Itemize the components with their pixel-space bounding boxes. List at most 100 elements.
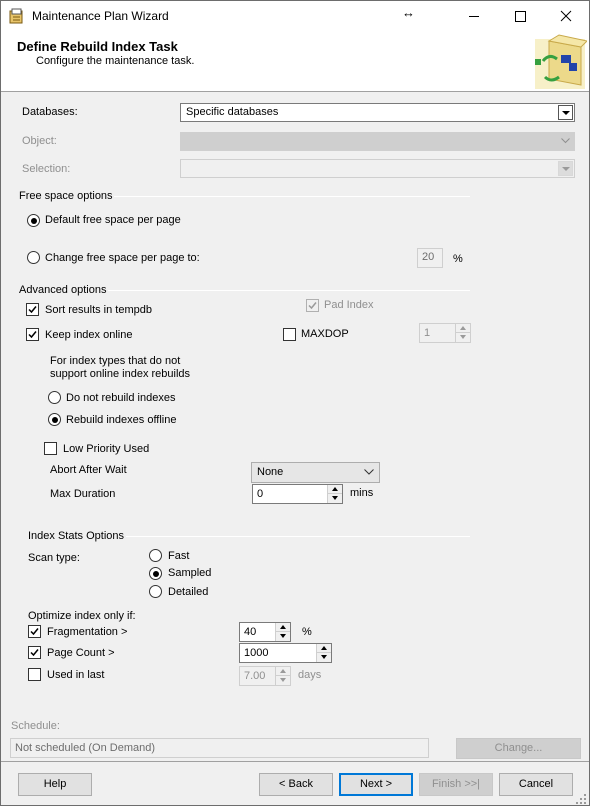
object-label: Object:	[22, 135, 57, 147]
default-free-space-radio[interactable]	[27, 214, 40, 227]
low-priority-checkbox[interactable]	[44, 442, 57, 455]
page-count-checkbox[interactable]	[28, 646, 41, 659]
object-dropdown[interactable]	[180, 132, 575, 151]
checkmark-icon	[28, 331, 37, 339]
change-schedule-button[interactable]: Change...	[456, 738, 581, 759]
keep-index-online-label: Keep index online	[45, 329, 133, 341]
databases-dropdown[interactable]: Specific databases	[180, 103, 575, 122]
next-button[interactable]: Next >	[339, 773, 413, 796]
do-not-rebuild-radio[interactable]	[48, 391, 61, 404]
abort-after-wait-label: Abort After Wait	[50, 464, 127, 476]
online-note-line2: support online index rebuilds	[50, 368, 191, 380]
spin-down-button[interactable]	[327, 494, 342, 503]
fragmentation-label: Fragmentation >	[47, 626, 128, 638]
index-stats-group-label: Index Stats Options	[28, 530, 124, 542]
spin-up-button[interactable]	[455, 324, 470, 333]
keep-index-online-checkbox[interactable]	[26, 328, 39, 341]
fragmentation-stepper[interactable]: 40	[239, 622, 291, 642]
chevron-down-icon	[364, 469, 374, 475]
chevron-down-icon	[558, 161, 573, 176]
minimize-button[interactable]	[451, 1, 497, 31]
rebuild-offline-radio[interactable]	[48, 413, 61, 426]
abort-after-wait-dropdown[interactable]: None	[251, 462, 380, 483]
fragmentation-unit: %	[302, 626, 312, 638]
max-duration-unit: mins	[350, 487, 374, 499]
used-in-last-value: 7.00	[244, 670, 266, 682]
close-button[interactable]	[543, 1, 589, 31]
scan-detailed-label: Detailed	[168, 586, 209, 598]
spin-up-button[interactable]	[327, 485, 342, 494]
used-in-last-label: Used in last	[47, 669, 105, 681]
schedule-label: Schedule:	[11, 720, 60, 732]
abort-after-wait-value: None	[257, 466, 284, 478]
fragmentation-value: 40	[244, 626, 257, 638]
used-in-last-checkbox[interactable]	[28, 668, 41, 681]
back-button[interactable]: < Back	[259, 773, 333, 796]
spin-up-button[interactable]	[275, 667, 290, 676]
group-divider	[114, 196, 470, 197]
default-free-space-label: Default free space per page	[45, 214, 181, 226]
selection-label: Selection:	[22, 163, 71, 175]
used-in-last-unit: days	[298, 669, 322, 681]
advanced-group-label: Advanced options	[19, 284, 107, 296]
maximize-button[interactable]	[497, 1, 543, 31]
max-duration-label: Max Duration	[50, 488, 116, 500]
checkmark-icon	[28, 306, 37, 314]
maxdop-stepper[interactable]: 1	[419, 323, 471, 343]
maxdop-checkbox[interactable]	[283, 328, 296, 341]
chevron-down-icon	[558, 105, 573, 120]
spin-up-button[interactable]	[275, 623, 290, 632]
wizard-header: Define Rebuild Index Task Configure the …	[1, 31, 589, 92]
sort-in-tempdb-checkbox[interactable]	[26, 303, 39, 316]
scan-fast-label: Fast	[168, 550, 190, 562]
app-icon	[9, 8, 23, 24]
databases-label: Databases:	[22, 106, 78, 118]
databases-value: Specific databases	[186, 106, 279, 118]
change-free-space-label: Change free space per page to:	[45, 252, 200, 264]
scan-sampled-radio[interactable]	[149, 567, 162, 580]
spin-down-button[interactable]	[455, 333, 470, 342]
finish-button[interactable]: Finish >>|	[419, 773, 493, 796]
free-space-value-field[interactable]: 20	[417, 248, 443, 268]
change-free-space-radio[interactable]	[27, 251, 40, 264]
fragmentation-checkbox[interactable]	[28, 625, 41, 638]
spin-down-button[interactable]	[316, 653, 331, 662]
scan-fast-radio[interactable]	[149, 549, 162, 562]
do-not-rebuild-label: Do not rebuild indexes	[66, 392, 176, 404]
title-bar: Maintenance Plan Wizard ↔	[1, 1, 589, 31]
sort-in-tempdb-label: Sort results in tempdb	[45, 304, 152, 316]
free-space-group-label: Free space options	[19, 190, 113, 202]
chevron-down-icon	[561, 138, 570, 144]
pad-index-label: Pad Index	[324, 299, 374, 311]
size-grip-icon[interactable]	[575, 793, 587, 805]
free-space-value: 20	[422, 251, 435, 263]
low-priority-label: Low Priority Used	[63, 443, 150, 455]
maintenance-plan-wizard-window: Maintenance Plan Wizard ↔ Define Rebuild…	[0, 0, 590, 806]
help-button[interactable]: Help	[18, 773, 92, 796]
page-subtitle: Configure the maintenance task.	[36, 55, 195, 67]
cancel-button[interactable]: Cancel	[499, 773, 573, 796]
checkmark-icon	[308, 302, 317, 310]
pad-index-checkbox[interactable]	[306, 299, 319, 312]
online-note-line1: For index types that do not	[50, 355, 181, 367]
spin-down-button[interactable]	[275, 632, 290, 641]
resize-cursor-icon: ↔	[402, 5, 415, 20]
selection-dropdown[interactable]	[180, 159, 575, 178]
scan-detailed-radio[interactable]	[149, 585, 162, 598]
checkmark-icon	[30, 628, 39, 636]
rebuild-offline-label: Rebuild indexes offline	[66, 414, 177, 426]
group-divider	[126, 536, 470, 537]
page-count-label: Page Count >	[47, 647, 115, 659]
group-divider	[108, 290, 470, 291]
checkmark-icon	[30, 649, 39, 657]
spin-up-button[interactable]	[316, 644, 331, 653]
page-count-stepper[interactable]: 1000	[239, 643, 332, 663]
spin-down-button[interactable]	[275, 676, 290, 685]
scan-type-label: Scan type:	[28, 552, 80, 564]
close-icon	[560, 10, 572, 22]
max-duration-stepper[interactable]: 0	[252, 484, 343, 504]
free-space-unit: %	[453, 253, 463, 265]
used-in-last-stepper[interactable]: 7.00	[239, 666, 291, 686]
minimize-icon	[469, 16, 479, 17]
schedule-field: Not scheduled (On Demand)	[10, 738, 429, 758]
